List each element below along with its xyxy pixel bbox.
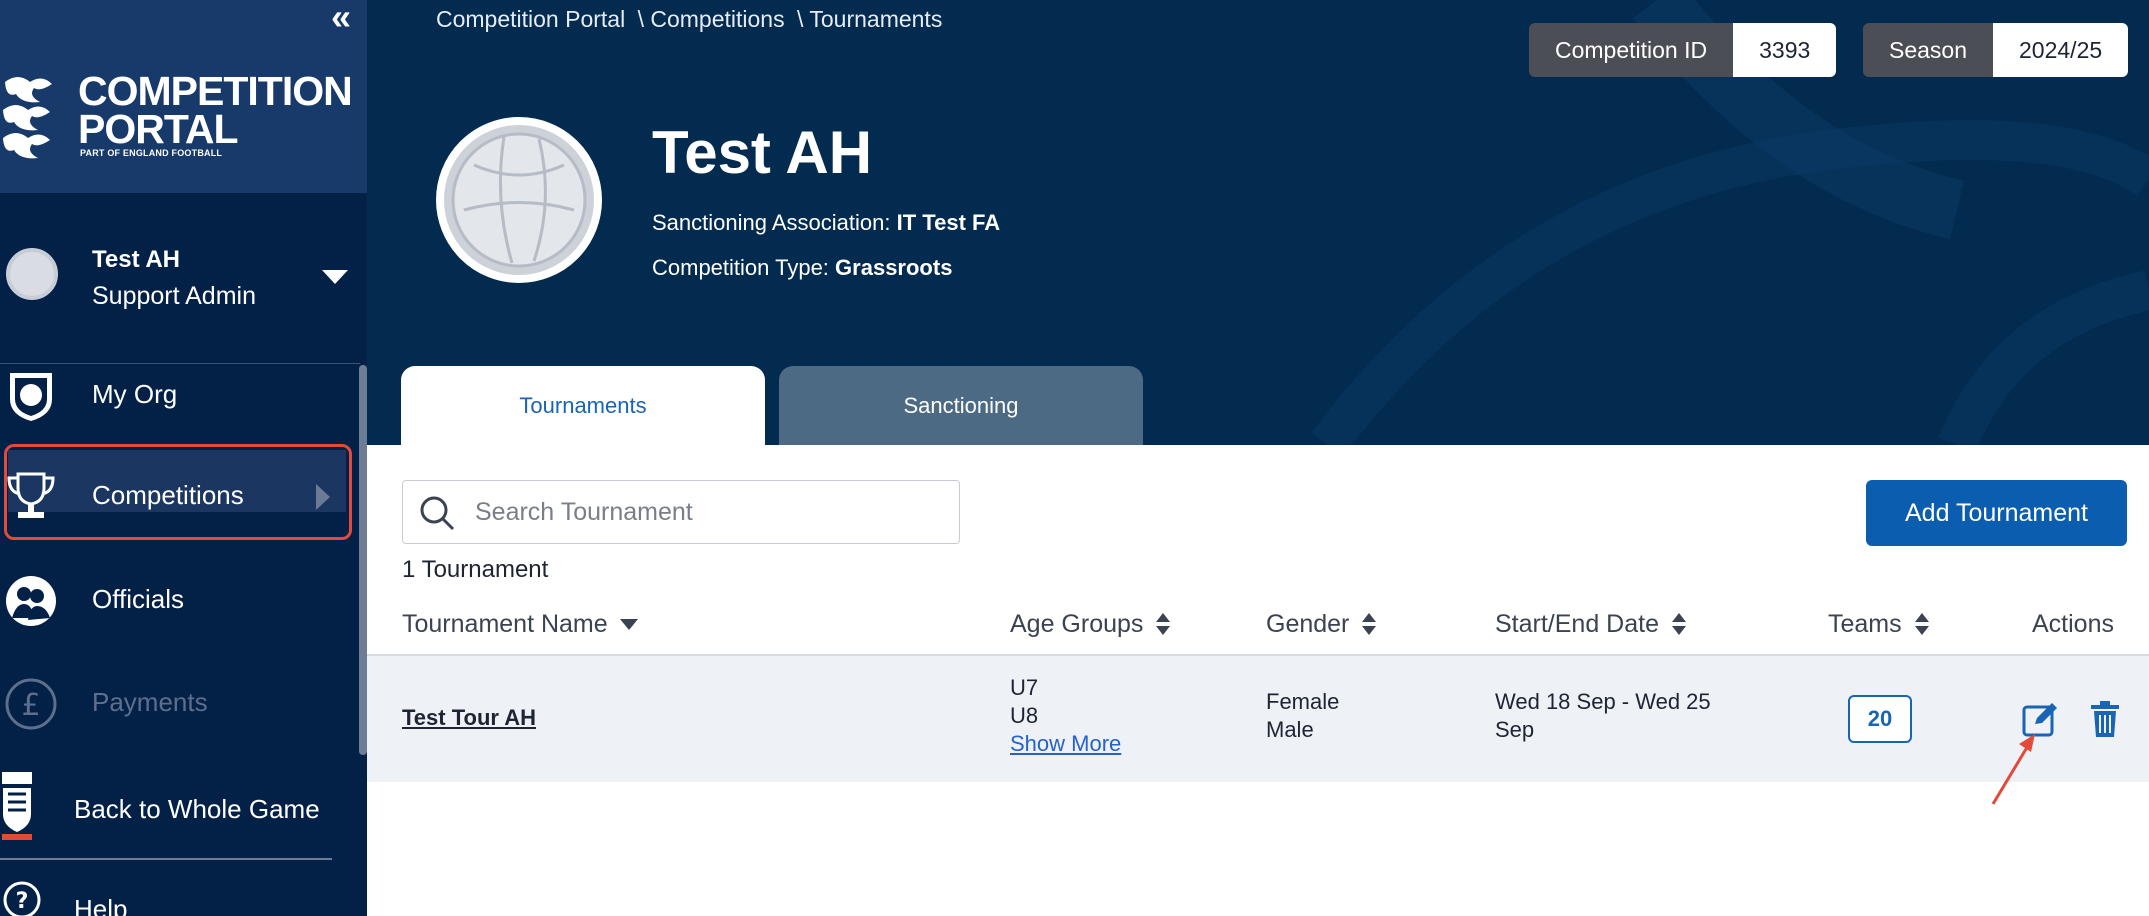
column-header-actions: Actions [2032,610,2114,639]
gender-cell: Female Male [1266,688,1339,744]
column-header-gender[interactable]: Gender [1266,610,1377,639]
help-label: Help [74,894,128,916]
svg-text:£: £ [21,688,40,723]
brand-area: « COMPETITION PORTAL PART OF ENGLAND FOO… [0,0,367,193]
season-label: Season [1863,23,1994,77]
tournament-name-link[interactable]: Test Tour AH [402,704,536,732]
column-header-age-groups[interactable]: Age Groups [1010,610,1171,639]
competition-id-badge: Competition ID 3393 [1529,23,1837,77]
date-range-line: Wed 18 Sep - Wed 25 [1495,689,1711,714]
season-value: 2024/25 [1993,23,2129,77]
fa-crest-icon [2,772,32,840]
sanctioning-association: Sanctioning Association: IT Test FA [652,210,1000,236]
sort-down-icon [619,619,638,630]
sidebar-item-competitions[interactable]: Competitions [0,444,352,540]
sort-icon [1914,612,1930,637]
age-groups-cell: U7 U8 Show More [1010,674,1121,758]
sanctioning-label: Sanctioning Association: [652,210,891,235]
avatar [6,248,58,300]
add-tournament-button[interactable]: Add Tournament [1866,480,2127,546]
sanctioning-value: IT Test FA [896,210,1001,235]
breadcrumb-tournaments: \ Tournaments [797,6,943,32]
svg-text:?: ? [16,889,29,914]
column-header-label: Tournament Name [402,610,608,638]
trash-icon[interactable] [2086,700,2124,738]
season-badge: Season 2024/25 [1863,23,2129,77]
competition-header: Competition Portal \ Competitions \ Tour… [367,0,2149,445]
collapse-sidebar-icon[interactable]: « [322,0,354,35]
table-row: Test Tour AH U7 U8 Show More Female Male… [367,654,2149,782]
shield-icon [10,373,52,421]
sidebar-item-label: My Org [92,379,178,409]
age-group: U7 [1010,675,1039,700]
breadcrumb: Competition Portal \ Competitions \ Tour… [436,6,948,33]
column-header-label: Start/End Date [1495,610,1659,638]
breadcrumb-competition-portal[interactable]: Competition Portal [436,6,625,32]
people-icon [6,576,56,626]
sort-icon [1361,612,1377,637]
sidebar-item-my-org[interactable]: My Org [0,359,352,431]
sidebar-item-label: Payments [92,687,208,717]
divider [0,858,332,860]
competition-type: Competition Type: Grassroots [652,255,952,281]
trophy-icon [7,472,55,518]
search-input[interactable] [475,481,945,543]
competition-type-label: Competition Type: [652,255,829,280]
tournament-count: 1 Tournament [402,556,549,583]
user-role: Support Admin [92,282,256,310]
gender: Male [1266,717,1314,742]
age-group: U8 [1010,703,1039,728]
competition-type-value: Grassroots [835,255,953,280]
caret-down-icon[interactable] [322,270,348,284]
sidebar-item-help[interactable]: ? Help [0,880,352,916]
tab-sanctioning[interactable]: Sanctioning [779,366,1143,445]
date-cell: Wed 18 Sep - Wed 25 Sep [1495,688,1711,744]
user-menu[interactable]: Test AH Support Admin [0,240,367,320]
annotation-arrow-icon [1991,734,2035,805]
sort-icon [1671,612,1687,637]
back-to-whole-game-label: Back to Whole Game [74,794,320,824]
sidebar-item-label: Officials [92,584,184,614]
gender: Female [1266,689,1340,714]
back-to-whole-game-link[interactable]: Back to Whole Game [0,770,352,842]
column-header-label: Teams [1828,610,1902,638]
column-header-start-end-date[interactable]: Start/End Date [1495,610,1687,639]
pound-icon: £ [5,678,57,730]
lions-crest-icon [3,77,52,159]
brand-title-line2: PORTAL [78,106,239,152]
search-box [402,480,960,544]
breadcrumb-competitions[interactable]: \ Competitions [638,6,785,32]
column-header-teams[interactable]: Teams [1828,610,1930,639]
teams-count-button[interactable]: 20 [1848,695,1912,743]
brand-subtitle: PART OF ENGLAND FOOTBALL [80,148,223,158]
show-more-link[interactable]: Show More [1010,730,1121,758]
sidebar-item-label: Competitions [92,480,244,510]
competition-logo [436,117,602,283]
page-title: Test AH [652,119,873,186]
column-header-label: Actions [2032,610,2114,638]
search-icon [420,496,455,531]
column-header-label: Gender [1266,610,1350,638]
sidebar-item-officials[interactable]: Officials [0,564,352,636]
scrollbar-thumb[interactable] [359,365,367,755]
competition-id-value: 3393 [1733,23,1837,77]
football-icon [451,132,587,268]
column-header-label: Age Groups [1010,610,1144,638]
sidebar-item-payments[interactable]: £ Payments [0,667,352,739]
date-range-line: Sep [1495,717,1535,742]
chevron-right-icon [316,484,330,510]
user-name: Test AH [92,246,181,273]
help-icon: ? [3,881,41,916]
sort-icon [1155,612,1171,637]
competition-id-label: Competition ID [1529,23,1734,77]
sidebar: « COMPETITION PORTAL PART OF ENGLAND FOO… [0,0,367,916]
tab-tournaments[interactable]: Tournaments [401,366,765,445]
column-header-tournament-name[interactable]: Tournament Name [402,610,638,639]
